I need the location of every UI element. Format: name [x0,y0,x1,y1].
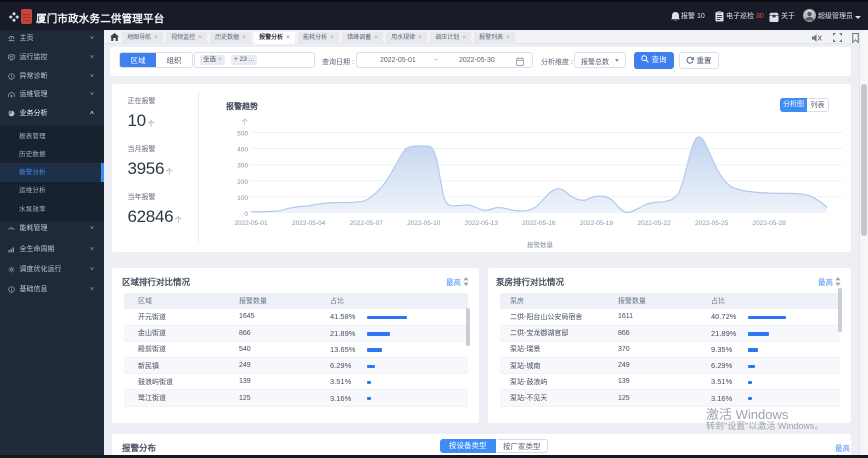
svg-text:个: 个 [242,118,249,126]
svg-text:2022-05-01: 2022-05-01 [234,220,268,227]
svg-text:2022-05-25: 2022-05-25 [695,220,729,227]
svg-text:2022-05-28: 2022-05-28 [752,220,786,227]
svg-text:2022-05-10: 2022-05-10 [407,220,441,227]
svg-text:200: 200 [237,179,248,186]
svg-text:100: 100 [237,195,248,202]
svg-text:2022-05-19: 2022-05-19 [580,220,614,227]
svg-text:报警数量: 报警数量 [527,240,554,249]
svg-text:2022-05-04: 2022-05-04 [292,220,326,227]
svg-text:500: 500 [237,131,248,138]
svg-text:2022-05-22: 2022-05-22 [637,220,671,227]
svg-text:2022-05-16: 2022-05-16 [522,220,556,227]
svg-text:0: 0 [244,211,248,218]
svg-text:300: 300 [237,163,248,170]
svg-text:2022-05-13: 2022-05-13 [465,220,499,227]
svg-text:400: 400 [237,147,248,154]
svg-text:2022-05-07: 2022-05-07 [350,220,384,227]
